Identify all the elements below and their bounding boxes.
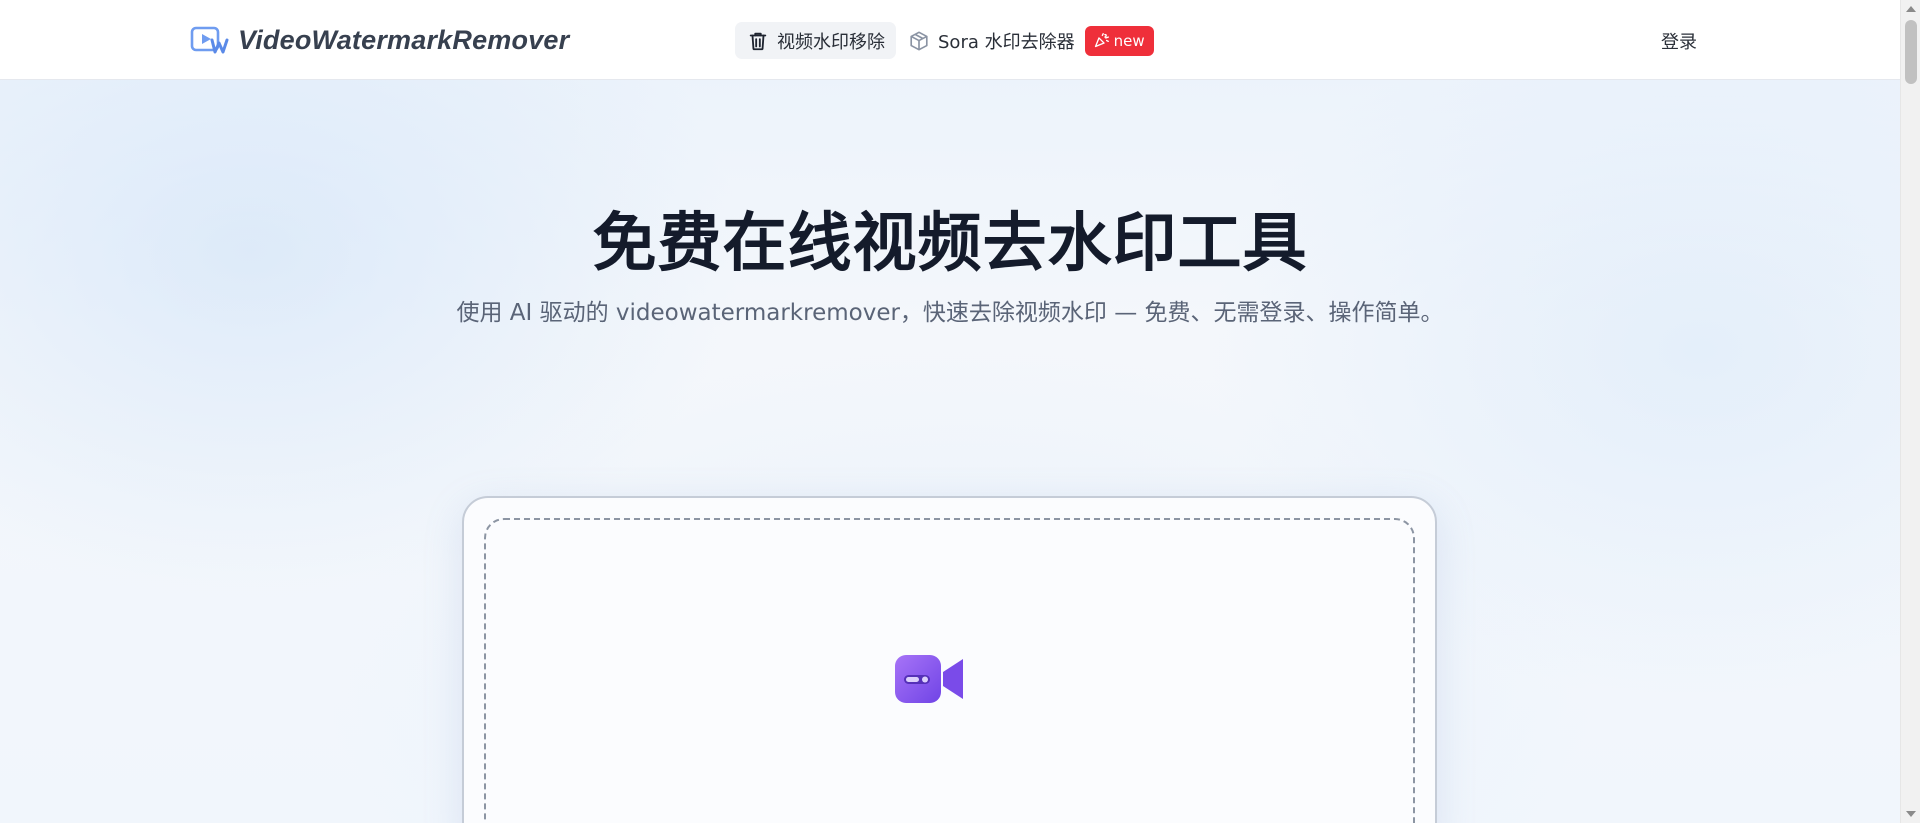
scrollbar-thumb[interactable] xyxy=(1905,20,1917,84)
login-link[interactable]: 登录 xyxy=(1661,28,1697,54)
page: VideoWatermarkRemover 视频水印移除 Sora 水印去除器 xyxy=(0,0,1920,823)
trash-icon xyxy=(749,32,767,50)
page-subtitle: 使用 AI 驱动的 videowatermarkremover，快速去除视频水印… xyxy=(456,300,1444,326)
tab-label: Sora 水印去除器 xyxy=(938,31,1075,53)
page-title: 免费在线视频去水印工具 xyxy=(592,207,1308,281)
brand-name: VideoWatermarkRemover xyxy=(238,24,570,55)
video-camera-icon[interactable] xyxy=(893,652,967,706)
new-badge: new xyxy=(1084,25,1154,56)
tab-sora-watermark-remover[interactable]: Sora 水印去除器 new xyxy=(908,22,1154,59)
play-w-logo-icon xyxy=(190,26,229,54)
scrollbar[interactable] xyxy=(1900,0,1920,823)
top-navbar: VideoWatermarkRemover 视频水印移除 Sora 水印去除器 xyxy=(0,0,1900,80)
party-popper-icon xyxy=(1094,33,1109,48)
scroll-up-arrow-icon[interactable] xyxy=(1906,6,1916,12)
cube-icon xyxy=(910,30,928,51)
scroll-down-arrow-icon[interactable] xyxy=(1906,811,1916,817)
brand-home-link[interactable]: VideoWatermarkRemover xyxy=(190,22,569,58)
tab-video-watermark-removal[interactable]: 视频水印移除 xyxy=(735,22,896,59)
new-badge-label: new xyxy=(1113,31,1145,50)
tab-label: 视频水印移除 xyxy=(777,31,885,53)
